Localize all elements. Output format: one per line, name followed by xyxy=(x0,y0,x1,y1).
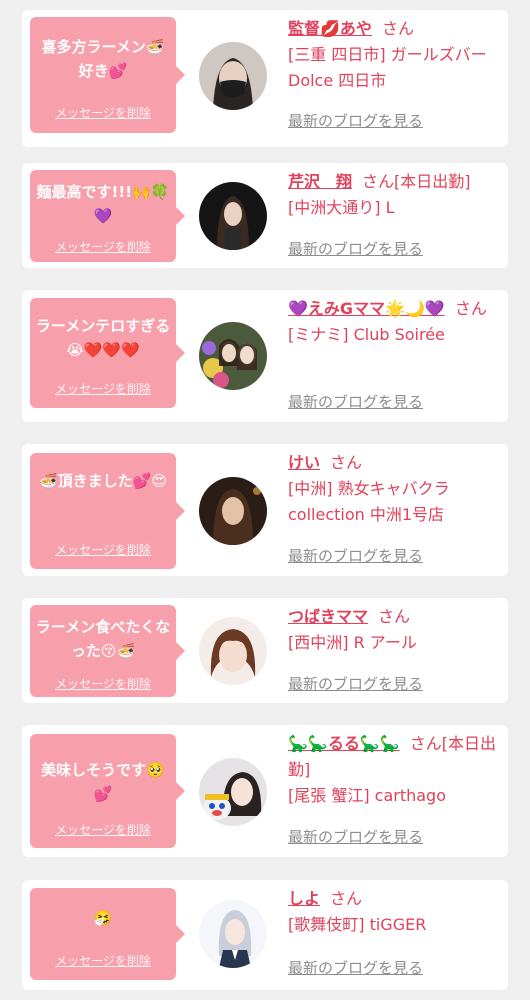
honorific: さん xyxy=(454,299,487,318)
message-card: 🤧 メッセージを削除 しよ さん [歌舞伎町] tiGGER 最新のブログを見る xyxy=(22,880,508,990)
user-info: 💜えみGママ🌟🌙💜 さん [ミナミ] Club Soirée xyxy=(288,296,502,348)
name-suffix: [本日出勤] xyxy=(394,172,471,191)
message-text: 麺最高です!!!🙌🍀💜 xyxy=(36,183,170,225)
message-card: 麺最高です!!!🙌🍀💜 メッセージを削除 芹沢 翔さん[本日出勤] [中洲大通り… xyxy=(22,163,508,268)
user-name-link[interactable]: 監督💋あや xyxy=(288,19,372,38)
shop-info: [中洲] 熟女キャバクラ collection 中洲1号店 xyxy=(288,479,450,524)
delete-message-link[interactable]: メッセージを削除 xyxy=(30,380,176,397)
shop-info: [中洲大通り] L xyxy=(288,198,395,217)
user-avatar[interactable] xyxy=(199,322,267,390)
delete-message-link[interactable]: メッセージを削除 xyxy=(30,238,176,255)
user-avatar[interactable] xyxy=(199,617,267,685)
avatar-image xyxy=(199,900,267,968)
latest-blog-link[interactable]: 最新のブログを見る xyxy=(288,110,423,131)
message-bubble: 麺最高です!!!🙌🍀💜 メッセージを削除 xyxy=(30,170,185,262)
shop-info: [歌舞伎町] tiGGER xyxy=(288,915,427,934)
avatar-image xyxy=(199,42,267,110)
delete-message-link[interactable]: メッセージを削除 xyxy=(30,675,176,692)
latest-blog-link[interactable]: 最新のブログを見る xyxy=(288,391,423,412)
delete-message-link[interactable]: メッセージを削除 xyxy=(30,821,176,838)
latest-blog-link[interactable]: 最新のブログを見る xyxy=(288,673,423,694)
user-avatar[interactable] xyxy=(199,42,267,110)
message-bubble: ラーメン食べたくなった😚🍜 メッセージを削除 xyxy=(30,605,185,697)
avatar-image xyxy=(199,477,267,545)
message-card: ラーメンテロすぎる😭❤️❤️❤️ メッセージを削除 💜えみGママ🌟🌙💜 さん [ミ… xyxy=(22,290,508,422)
shop-info: [尾張 蟹江] carthago xyxy=(288,786,447,805)
message-bubble: ラーメンテロすぎる😭❤️❤️❤️ メッセージを削除 xyxy=(30,298,185,408)
user-avatar[interactable] xyxy=(199,900,267,968)
message-text: ラーメンテロすぎる😭❤️❤️❤️ xyxy=(35,317,171,359)
user-avatar[interactable] xyxy=(199,182,267,250)
delete-message-link[interactable]: メッセージを削除 xyxy=(30,104,176,121)
message-bubble: 🍜頂きました💕😍 メッセージを削除 xyxy=(30,453,185,569)
user-name-link[interactable]: つばきママ xyxy=(288,607,368,626)
shop-info: [西中洲] R アール xyxy=(288,633,417,652)
message-card: 喜多方ラーメン🍜好き💕 メッセージを削除 監督💋あや さん [三重 四日市] ガー… xyxy=(22,10,508,147)
user-avatar[interactable] xyxy=(199,758,267,826)
user-name-link[interactable]: 💜えみGママ🌟🌙💜 xyxy=(288,299,445,318)
delete-message-link[interactable]: メッセージを削除 xyxy=(30,541,176,558)
latest-blog-link[interactable]: 最新のブログを見る xyxy=(288,238,423,259)
user-name-link[interactable]: しよ xyxy=(288,889,320,908)
message-card: ラーメン食べたくなった😚🍜 メッセージを削除 つばきママ さん [西中洲] R ア… xyxy=(22,598,508,703)
message-text: 🤧 xyxy=(93,909,113,927)
message-bubble: 喜多方ラーメン🍜好き💕 メッセージを削除 xyxy=(30,17,185,133)
user-name-link[interactable]: けい xyxy=(288,453,320,472)
user-info: しよ さん [歌舞伎町] tiGGER xyxy=(288,886,502,938)
user-name-link[interactable]: 芹沢 翔 xyxy=(288,172,352,191)
honorific: さん xyxy=(330,453,363,472)
honorific: さん xyxy=(378,607,411,626)
avatar-image xyxy=(199,617,267,685)
avatar-image xyxy=(199,182,267,250)
message-text: 美味しそうです🥺💕 xyxy=(41,761,165,803)
shop-info: [ミナミ] Club Soirée xyxy=(288,325,445,344)
latest-blog-link[interactable]: 最新のブログを見る xyxy=(288,545,423,566)
message-text: ラーメン食べたくなった😚🍜 xyxy=(35,618,171,660)
message-text: 🍜頂きました💕😍 xyxy=(39,472,167,490)
honorific: さん xyxy=(409,734,442,753)
user-info: 🦕🦕るる🦕🦕 さん[本日出勤] [尾張 蟹江] carthago xyxy=(288,731,502,809)
message-card: 美味しそうです🥺💕 メッセージを削除 🦕🦕るる🦕🦕 さん[本日出勤] [尾張 蟹江… xyxy=(22,725,508,857)
user-avatar[interactable] xyxy=(199,477,267,545)
user-info: つばきママ さん [西中洲] R アール xyxy=(288,604,502,656)
message-card: 🍜頂きました💕😍 メッセージを削除 けい さん [中洲] 熟女キャバクラ coll… xyxy=(22,444,508,576)
shop-info: [三重 四日市] ガールズバー Dolce 四日市 xyxy=(288,45,487,90)
latest-blog-link[interactable]: 最新のブログを見る xyxy=(288,957,423,978)
user-name-link[interactable]: 🦕🦕るる🦕🦕 xyxy=(288,734,400,753)
user-info: 芹沢 翔さん[本日出勤] [中洲大通り] L xyxy=(288,169,502,221)
message-bubble: 美味しそうです🥺💕 メッセージを削除 xyxy=(30,734,185,848)
message-text: 喜多方ラーメン🍜好き💕 xyxy=(41,38,165,80)
avatar-image xyxy=(199,758,267,826)
avatar-image xyxy=(199,322,267,390)
honorific: さん xyxy=(362,172,395,191)
delete-message-link[interactable]: メッセージを削除 xyxy=(30,952,176,969)
user-info: けい さん [中洲] 熟女キャバクラ collection 中洲1号店 xyxy=(288,450,502,528)
honorific: さん xyxy=(381,19,414,38)
honorific: さん xyxy=(330,889,363,908)
user-info: 監督💋あや さん [三重 四日市] ガールズバー Dolce 四日市 xyxy=(288,16,502,94)
message-bubble: 🤧 メッセージを削除 xyxy=(30,888,185,980)
latest-blog-link[interactable]: 最新のブログを見る xyxy=(288,826,423,847)
